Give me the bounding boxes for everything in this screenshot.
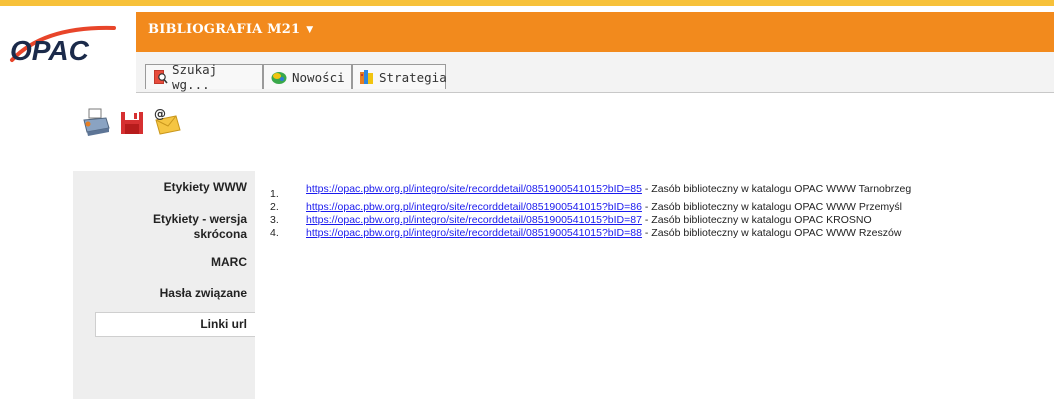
sidebar-item-hasla-zwiazane[interactable]: Hasła związane	[160, 286, 247, 301]
svg-text:@: @	[154, 107, 166, 121]
item-number: 1.	[270, 188, 279, 200]
tab-new-items[interactable]: Nowości	[263, 64, 352, 89]
item-number: 4.	[270, 227, 279, 239]
tab-strategy[interactable]: Strategia	[352, 64, 447, 89]
url-links-list: 1. https://opac.pbw.org.pl/integro/site/…	[270, 181, 1050, 240]
list-item: 2. https://opac.pbw.org.pl/integro/site/…	[270, 201, 1050, 213]
item-number: 2.	[270, 201, 279, 213]
link-description: - Zasób biblioteczny w katalogu OPAC KRO…	[641, 214, 872, 226]
item-number: 3.	[270, 214, 279, 226]
email-icon: @	[154, 107, 181, 135]
tab-bar: Szukaj wg... Nowości Strategia	[136, 52, 1054, 93]
record-link[interactable]: https://opac.pbw.org.pl/integro/site/rec…	[306, 214, 642, 226]
tab-label: Nowości	[292, 69, 345, 85]
record-link[interactable]: https://opac.pbw.org.pl/integro/site/rec…	[306, 227, 642, 239]
email-button[interactable]: @	[152, 106, 184, 138]
catalog-selector[interactable]: BIBLIOGRAFIA M21 ▼	[148, 22, 313, 37]
list-item: 3. https://opac.pbw.org.pl/integro/site/…	[270, 214, 1050, 226]
record-view-sidebar: Etykiety WWW Etykiety - wersja skrócona …	[73, 171, 255, 399]
save-button[interactable]	[116, 106, 148, 138]
catalog-title: BIBLIOGRAFIA M21	[148, 22, 301, 37]
item-body: https://opac.pbw.org.pl/integro/site/rec…	[306, 181, 1050, 200]
list-item: 4. https://opac.pbw.org.pl/integro/site/…	[270, 227, 1050, 239]
sidebar-item-linki-url[interactable]: Linki url	[95, 312, 255, 337]
link-description: - Zasób biblioteczny w katalogu OPAC WWW…	[641, 227, 902, 239]
top-accent-strip	[0, 0, 1054, 6]
record-link[interactable]: https://opac.pbw.org.pl/integro/site/rec…	[306, 183, 642, 195]
opac-logo-graphic: OPAC	[10, 25, 116, 66]
search-book-icon	[154, 70, 168, 84]
print-icon	[83, 108, 110, 136]
item-body: https://opac.pbw.org.pl/integro/site/rec…	[306, 201, 1050, 213]
link-description: - Zasób biblioteczny w katalogu OPAC WWW…	[641, 201, 902, 213]
sidebar-item-etykiety-www[interactable]: Etykiety WWW	[164, 180, 247, 195]
sidebar-item-etykiety-skrocona[interactable]: Etykiety - wersja skrócona	[127, 212, 247, 242]
item-body: https://opac.pbw.org.pl/integro/site/rec…	[306, 214, 1050, 226]
record-link[interactable]: https://opac.pbw.org.pl/integro/site/rec…	[306, 201, 642, 213]
action-toolbar: @	[80, 106, 184, 138]
tab-label: Szukaj wg...	[172, 62, 218, 92]
print-button[interactable]	[80, 106, 112, 138]
tab-search[interactable]: Szukaj wg...	[145, 62, 263, 92]
new-items-icon	[271, 72, 287, 84]
strategy-books-icon	[360, 70, 373, 84]
save-icon	[121, 112, 143, 134]
item-body: https://opac.pbw.org.pl/integro/site/rec…	[306, 227, 1050, 239]
opac-logo[interactable]: OPAC	[4, 20, 134, 72]
logo-text: OPAC	[10, 35, 90, 66]
list-item: 1. https://opac.pbw.org.pl/integro/site/…	[270, 181, 1050, 200]
link-description: - Zasób biblioteczny w katalogu OPAC WWW…	[641, 183, 912, 195]
chevron-down-icon: ▼	[306, 24, 314, 35]
sidebar-item-marc[interactable]: MARC	[211, 255, 247, 270]
tab-label: Strategia	[379, 69, 447, 85]
